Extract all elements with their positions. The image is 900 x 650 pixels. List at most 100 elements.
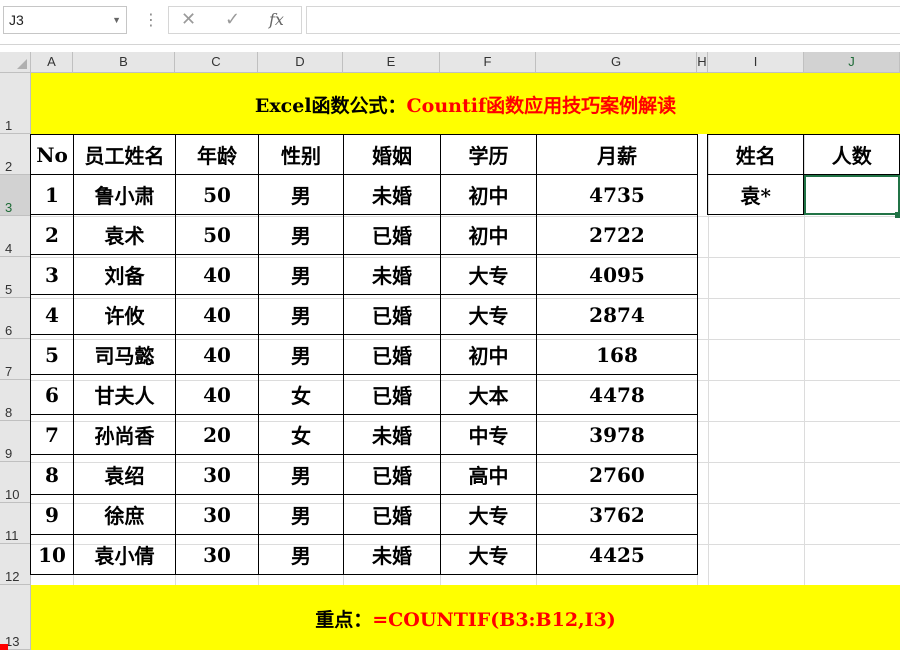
cell[interactable]: 女 xyxy=(258,414,344,455)
cell[interactable]: 男 xyxy=(258,294,344,335)
cell[interactable]: 许攸 xyxy=(73,294,176,335)
footer-banner[interactable]: 重点：=COUNTIF(B3:B12,I3) xyxy=(31,585,900,650)
more-vert-icon[interactable]: ⋮ xyxy=(143,10,159,29)
title-banner[interactable]: Excel函数公式：Countif函数应用技巧案例解读 xyxy=(31,73,900,134)
cell[interactable]: 6 xyxy=(30,374,74,415)
row-header-9[interactable]: 9 xyxy=(0,421,31,462)
cell[interactable]: 2 xyxy=(30,214,74,255)
cell[interactable]: 30 xyxy=(175,454,259,495)
row-header-5[interactable]: 5 xyxy=(0,257,31,298)
cell[interactable]: 3978 xyxy=(536,414,698,455)
row-header-10[interactable]: 10 xyxy=(0,462,31,503)
cell[interactable]: 女 xyxy=(258,374,344,415)
cell[interactable]: 4095 xyxy=(536,254,698,295)
row-header-1[interactable]: 1 xyxy=(0,73,31,134)
cell[interactable]: 袁术 xyxy=(73,214,176,255)
cell[interactable]: 已婚 xyxy=(343,294,441,335)
cell[interactable]: 8 xyxy=(30,454,74,495)
cell[interactable]: 4735 xyxy=(536,174,698,215)
cell[interactable]: 鲁小肃 xyxy=(73,174,176,215)
cell[interactable]: 男 xyxy=(258,454,344,495)
cancel-icon[interactable]: ✕ xyxy=(181,9,196,30)
cell[interactable]: 168 xyxy=(536,334,698,375)
cell[interactable]: 30 xyxy=(175,494,259,535)
cell[interactable]: 30 xyxy=(175,534,259,575)
cell[interactable]: 袁小倩 xyxy=(73,534,176,575)
cell[interactable]: 未婚 xyxy=(343,534,441,575)
fill-handle[interactable] xyxy=(895,212,900,218)
cell[interactable]: 男 xyxy=(258,334,344,375)
column-header-cell[interactable]: 学历 xyxy=(440,134,537,175)
cell[interactable]: 50 xyxy=(175,214,259,255)
column-header-e[interactable]: E xyxy=(343,52,440,73)
name-box[interactable]: J3 ▼ xyxy=(3,6,127,34)
cell[interactable]: 已婚 xyxy=(343,454,441,495)
column-header-j[interactable]: J xyxy=(804,52,900,73)
cell[interactable]: 甘夫人 xyxy=(73,374,176,415)
select-all-button[interactable] xyxy=(0,52,31,73)
cell[interactable]: 4478 xyxy=(536,374,698,415)
cell[interactable]: 4 xyxy=(30,294,74,335)
column-header-b[interactable]: B xyxy=(73,52,175,73)
cell[interactable]: 大本 xyxy=(440,374,537,415)
enter-icon[interactable]: ✓ xyxy=(225,9,240,30)
cell[interactable]: 10 xyxy=(30,534,74,575)
row-header-8[interactable]: 8 xyxy=(0,380,31,421)
cell[interactable]: 已婚 xyxy=(343,374,441,415)
row-header-11[interactable]: 11 xyxy=(0,503,31,544)
cell[interactable]: 孙尚香 xyxy=(73,414,176,455)
criteria-header-name[interactable]: 姓名 xyxy=(706,134,805,175)
cell[interactable]: 男 xyxy=(258,254,344,295)
cell[interactable]: 袁绍 xyxy=(73,454,176,495)
cell[interactable]: 20 xyxy=(175,414,259,455)
formula-input[interactable] xyxy=(306,6,900,34)
row-header-6[interactable]: 6 xyxy=(0,298,31,339)
cell[interactable]: 1 xyxy=(30,174,74,215)
cell[interactable]: 3762 xyxy=(536,494,698,535)
column-header-cell[interactable]: 员工姓名 xyxy=(73,134,176,175)
column-header-c[interactable]: C xyxy=(175,52,258,73)
cell[interactable]: 7 xyxy=(30,414,74,455)
cell[interactable]: 未婚 xyxy=(343,174,441,215)
row-header-13[interactable]: 13 xyxy=(0,585,31,650)
row-header-3[interactable]: 3 xyxy=(0,175,31,216)
cell[interactable]: 初中 xyxy=(440,214,537,255)
cell[interactable]: 初中 xyxy=(440,334,537,375)
row-header-2[interactable]: 2 xyxy=(0,134,31,175)
cell[interactable]: 50 xyxy=(175,174,259,215)
cell[interactable]: 40 xyxy=(175,374,259,415)
cell[interactable]: 5 xyxy=(30,334,74,375)
cell[interactable]: 9 xyxy=(30,494,74,535)
cell[interactable]: 已婚 xyxy=(343,214,441,255)
criteria-header-count[interactable]: 人数 xyxy=(803,134,900,175)
cell[interactable]: 中专 xyxy=(440,414,537,455)
cell[interactable]: 未婚 xyxy=(343,414,441,455)
cell[interactable]: 3 xyxy=(30,254,74,295)
row-header-4[interactable]: 4 xyxy=(0,216,31,257)
criteria-name-cell[interactable]: 袁* xyxy=(706,174,805,215)
cell[interactable]: 司马懿 xyxy=(73,334,176,375)
cell[interactable]: 男 xyxy=(258,174,344,215)
fx-icon[interactable]: fx xyxy=(269,10,284,29)
column-header-cell[interactable]: 年龄 xyxy=(175,134,259,175)
column-header-i[interactable]: I xyxy=(708,52,804,73)
cell[interactable]: 高中 xyxy=(440,454,537,495)
cell[interactable]: 40 xyxy=(175,294,259,335)
cell[interactable]: 2722 xyxy=(536,214,698,255)
row-header-12[interactable]: 12 xyxy=(0,544,31,585)
column-header-a[interactable]: A xyxy=(31,52,73,73)
cell[interactable]: 徐庶 xyxy=(73,494,176,535)
column-header-cell[interactable]: No xyxy=(30,134,74,175)
chevron-down-icon[interactable]: ▼ xyxy=(112,7,121,33)
column-header-h[interactable]: H xyxy=(697,52,708,73)
cell[interactable]: 4425 xyxy=(536,534,698,575)
column-header-f[interactable]: F xyxy=(440,52,536,73)
cell[interactable]: 2874 xyxy=(536,294,698,335)
cell[interactable]: 大专 xyxy=(440,494,537,535)
column-header-g[interactable]: G xyxy=(536,52,697,73)
cell[interactable]: 刘备 xyxy=(73,254,176,295)
cell[interactable]: 男 xyxy=(258,534,344,575)
cell[interactable]: 初中 xyxy=(440,174,537,215)
cell[interactable]: 已婚 xyxy=(343,334,441,375)
column-header-d[interactable]: D xyxy=(258,52,343,73)
